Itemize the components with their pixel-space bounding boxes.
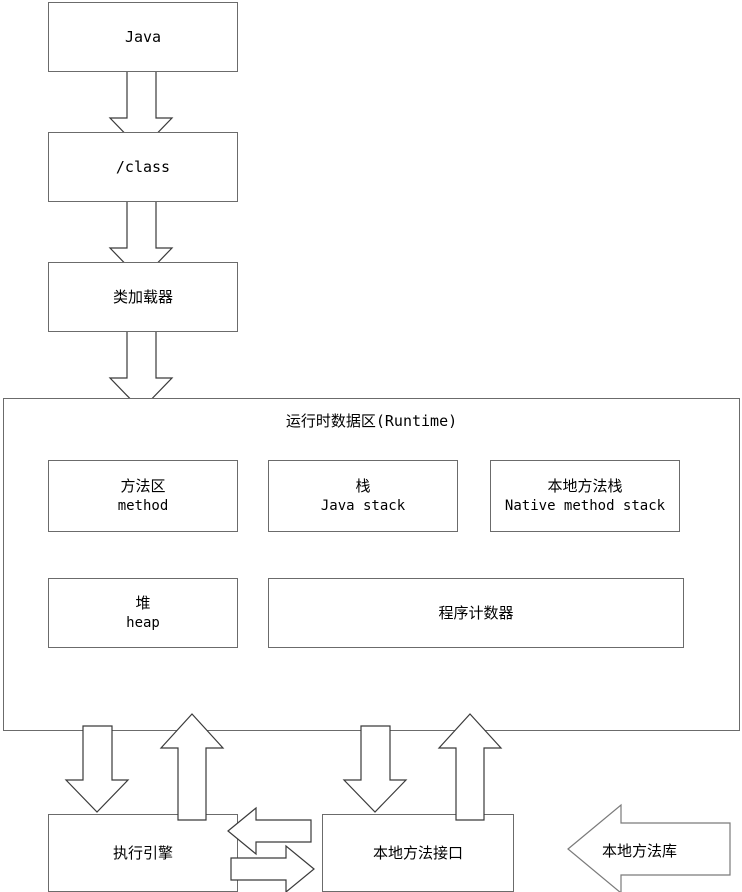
arrow-runtime-to-native-interface	[342, 725, 408, 813]
arrow-native-interface-to-runtime	[437, 713, 503, 821]
node-native-method-library-label: 本地方法库	[602, 842, 678, 860]
arrow-runtime-to-execution-engine	[64, 725, 130, 813]
connector-layer-over	[64, 713, 731, 892]
diagram-canvas: Java /class 类加载器 运行时数据区(Runtime) 方法区 met…	[0, 0, 742, 892]
arrow-execution-engine-to-native-interface	[230, 844, 315, 892]
arrow-native-interface-to-execution-engine	[227, 806, 312, 856]
arrow-execution-engine-to-runtime	[159, 713, 225, 821]
